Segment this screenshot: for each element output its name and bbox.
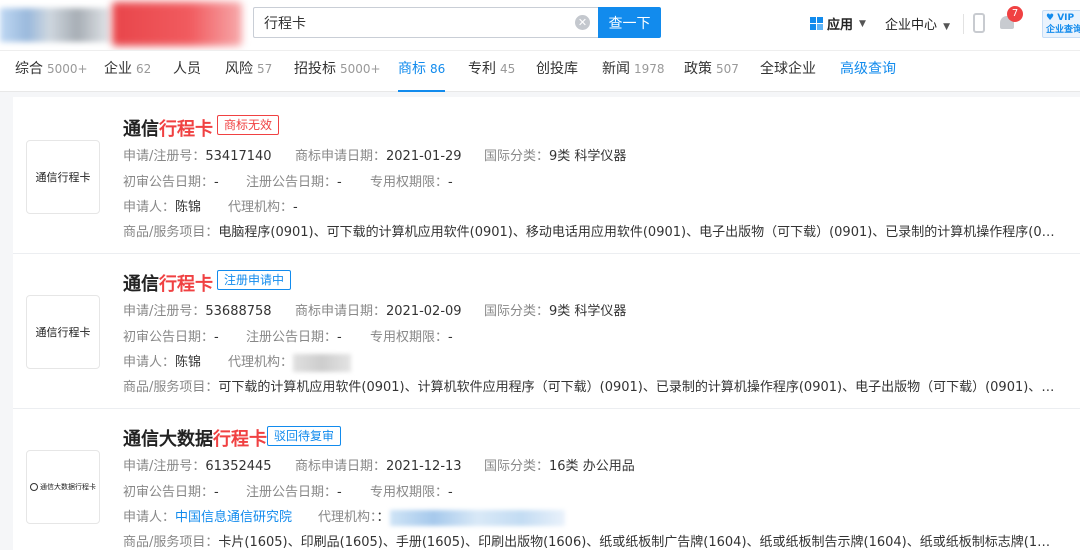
enterprise-center-menu[interactable]: 企业中心 ▼ bbox=[885, 14, 950, 33]
prelim-date-field: 初审公告日期：- bbox=[123, 485, 219, 500]
exclusive-period-field: 专用权期限：- bbox=[370, 485, 453, 500]
goods-services: 商品/服务项目：卡片(1605)、印刷品(1605)、手册(1605)、印刷出版… bbox=[123, 535, 1058, 550]
agent-field: 代理机构： bbox=[228, 351, 352, 372]
thumbnail-text: 通信行程卡 bbox=[35, 171, 91, 184]
tab-companies[interactable]: 企业 62 bbox=[104, 51, 151, 92]
reg-date-field: 注册公告日期：- bbox=[246, 175, 342, 190]
result-title[interactable]: 通信行程卡 bbox=[123, 270, 213, 296]
prelim-date-field: 初审公告日期：- bbox=[123, 175, 219, 190]
apps-menu[interactable]: 应用 ▼ bbox=[810, 14, 866, 33]
logo-circle-icon bbox=[30, 483, 38, 491]
tab-risk[interactable]: 风险 57 bbox=[225, 51, 272, 92]
apps-label: 应用 bbox=[827, 18, 854, 33]
exclusive-period-field: 专用权期限：- bbox=[370, 330, 453, 345]
tab-venture[interactable]: 创投库 bbox=[536, 51, 578, 92]
title-highlight: 行程卡 bbox=[159, 119, 213, 140]
status-badge: 商标无效 bbox=[217, 115, 280, 135]
chevron-down-icon: ▼ bbox=[859, 18, 866, 29]
prelim-date-field: 初审公告日期：- bbox=[123, 330, 219, 345]
intl-class-field: 国际分类：9类 科学仪器 bbox=[484, 304, 627, 319]
exclusive-period-field: 专用权期限：- bbox=[370, 175, 453, 190]
trademark-thumbnail[interactable]: 通信行程卡 bbox=[26, 140, 100, 214]
reg-no-field: 申请/注册号：61352445 bbox=[123, 459, 272, 474]
top-bar: ✕ 查一下 应用 ▼ 企业中心 ▼ 7 ♥ VIP 企业查询 bbox=[0, 0, 1080, 50]
tab-news[interactable]: 新闻 1978 bbox=[602, 51, 665, 92]
result-title[interactable]: 通信大数据行程卡 bbox=[123, 425, 267, 451]
thumbnail-text: 通信行程卡 bbox=[35, 326, 91, 339]
clear-icon[interactable]: ✕ bbox=[575, 15, 590, 30]
applicant-field: 申请人：陈锦 bbox=[123, 355, 202, 370]
divider bbox=[963, 14, 964, 34]
trademark-thumbnail[interactable]: 通信大数据行程卡 bbox=[26, 450, 100, 524]
vip-label: ♥ VIP bbox=[1046, 13, 1075, 23]
apps-grid-icon bbox=[810, 17, 823, 30]
title-prefix: 通信 bbox=[123, 274, 159, 295]
intl-class-field: 国际分类：16类 办公用品 bbox=[484, 459, 635, 474]
reg-no-field: 申请/注册号：53417140 bbox=[123, 149, 272, 164]
thumbnail-text: 通信大数据行程卡 bbox=[40, 483, 96, 491]
mobile-phone-icon[interactable] bbox=[973, 13, 985, 33]
applicant-field: 申请人：中国信息通信研究院 bbox=[123, 510, 293, 525]
tab-advanced-search[interactable]: 高级查询 bbox=[840, 51, 896, 92]
site-logo[interactable] bbox=[0, 2, 245, 46]
status-badge: 注册申请中 bbox=[217, 270, 292, 290]
reg-no-field: 申请/注册号：53688758 bbox=[123, 304, 272, 319]
tab-bidding[interactable]: 招投标 5000+ bbox=[294, 51, 381, 92]
title-highlight: 行程卡 bbox=[213, 429, 267, 450]
tab-all[interactable]: 综合 5000+ bbox=[15, 51, 88, 92]
search-box: ✕ bbox=[253, 7, 598, 38]
goods-services: 商品/服务项目：可下载的计算机应用软件(0901)、计算机软件应用程序（可下载）… bbox=[123, 380, 1058, 395]
agent-field: 代理机构：- bbox=[228, 200, 298, 215]
tab-global-companies[interactable]: 全球企业 bbox=[760, 51, 816, 92]
title-highlight: 行程卡 bbox=[159, 274, 213, 295]
applicant-field: 申请人：陈锦 bbox=[123, 200, 202, 215]
redacted-agent bbox=[293, 353, 352, 372]
enterprise-center-label: 企业中心 bbox=[885, 18, 938, 33]
tab-trademark[interactable]: 商标 86 bbox=[398, 51, 446, 92]
goods-services: 商品/服务项目：电脑程序(0901)、可下载的计算机应用软件(0901)、移动电… bbox=[123, 225, 1058, 240]
search-button[interactable]: 查一下 bbox=[598, 7, 661, 38]
chevron-down-icon: ▼ bbox=[943, 22, 951, 32]
tab-policy[interactable]: 政策 507 bbox=[684, 51, 739, 92]
apply-date-field: 商标申请日期：2021-02-09 bbox=[295, 304, 462, 319]
tab-patent[interactable]: 专利 45 bbox=[468, 51, 515, 92]
title-prefix: 通信大数据 bbox=[123, 429, 213, 450]
divider bbox=[13, 253, 1080, 254]
search-input[interactable] bbox=[254, 8, 554, 37]
apply-date-field: 商标申请日期：2021-12-13 bbox=[295, 459, 462, 474]
vip-sub-label: 企业查询 bbox=[1046, 25, 1080, 35]
vip-badge[interactable]: ♥ VIP 企业查询 bbox=[1042, 10, 1080, 38]
notification-badge: 7 bbox=[1007, 6, 1023, 22]
reg-date-field: 注册公告日期：- bbox=[246, 330, 342, 345]
agent-field: 代理机构：： bbox=[318, 506, 565, 526]
category-tabs: 综合 5000+ 企业 62 人员 风险 57 招投标 5000+ 商标 86 专利 45 … bbox=[0, 50, 1080, 92]
result-title[interactable]: 通信行程卡 bbox=[123, 115, 213, 141]
intl-class-field: 国际分类：9类 科学仪器 bbox=[484, 149, 627, 164]
status-badge: 驳回待复审 bbox=[267, 426, 342, 446]
divider bbox=[13, 408, 1080, 409]
applicant-link[interactable]: 中国信息通信研究院 bbox=[175, 510, 292, 525]
trademark-thumbnail[interactable]: 通信行程卡 bbox=[26, 295, 100, 369]
title-prefix: 通信 bbox=[123, 119, 159, 140]
trademark-results: 通信行程卡 通信行程卡 商标无效 申请/注册号：53417140 商标申请日期：… bbox=[13, 97, 1080, 550]
reg-date-field: 注册公告日期：- bbox=[246, 485, 342, 500]
redacted-agent bbox=[389, 509, 565, 526]
tab-people[interactable]: 人员 bbox=[173, 51, 201, 92]
apply-date-field: 商标申请日期：2021-01-29 bbox=[295, 149, 462, 164]
